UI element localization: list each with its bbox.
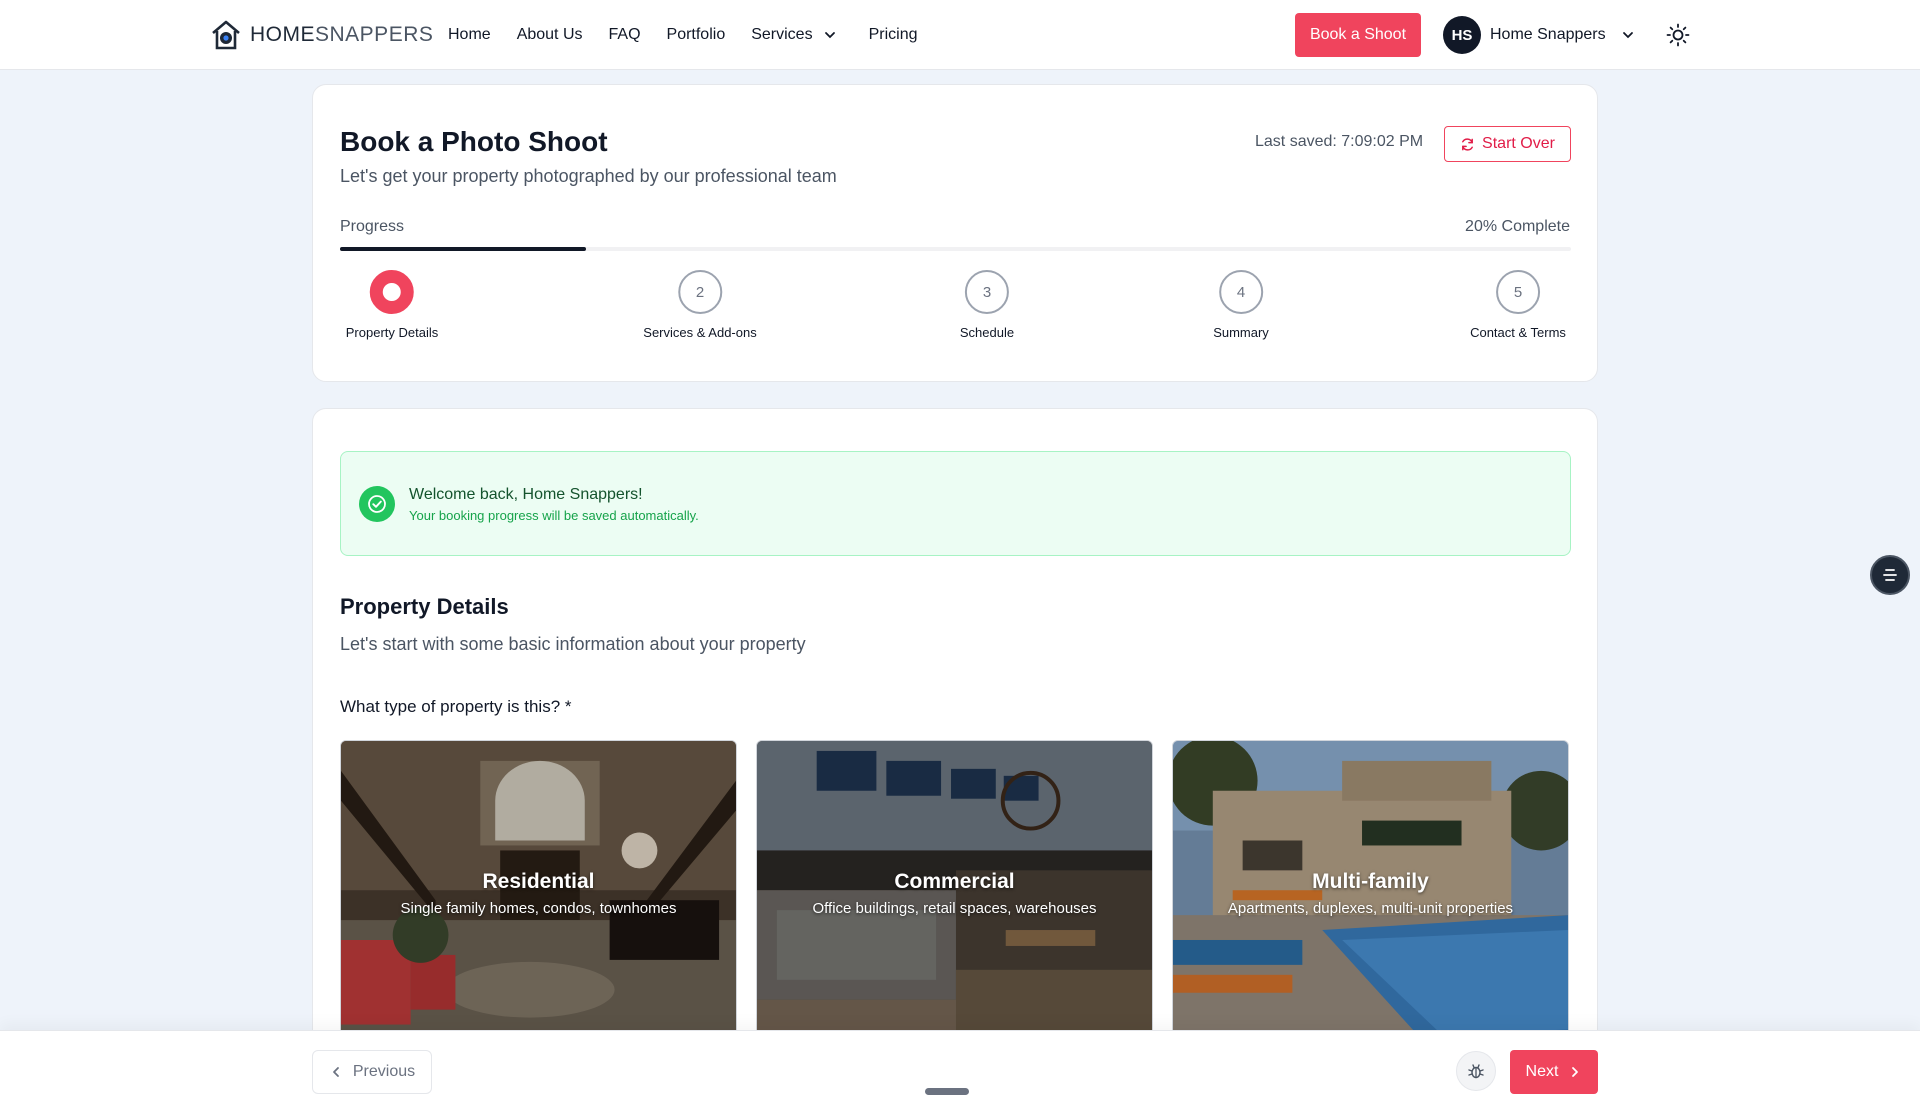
step-label: Contact & Terms — [1470, 325, 1566, 340]
progress-bar-fill — [340, 247, 587, 251]
step-contact-terms[interactable]: 5 Contact & Terms — [1470, 270, 1566, 340]
section-subtitle: Let's start with some basic information … — [340, 634, 806, 654]
property-type-title: Multi-family — [1312, 870, 1429, 893]
user-menu[interactable]: HS Home Snappers — [1443, 16, 1635, 54]
nav-link-portfolio[interactable]: Portfolio — [667, 26, 726, 44]
nav-link-services[interactable]: Services — [751, 26, 836, 44]
progress-label: Progress — [340, 218, 405, 235]
property-type-title: Commercial — [894, 870, 1015, 893]
page-subtitle: Let's get your property photographed by … — [340, 166, 837, 186]
start-over-label: Start Over — [1482, 135, 1555, 152]
property-type-title: Residential — [482, 870, 595, 893]
booking-header-card: Book a Photo Shoot Let's get your proper… — [312, 84, 1598, 382]
step-label: Schedule — [959, 325, 1015, 340]
avatar: HS — [1443, 16, 1481, 54]
sun-icon[interactable] — [1665, 22, 1691, 48]
step-services-addons[interactable]: 2 Services & Add-ons — [643, 270, 757, 340]
property-type-description: Office buildings, retail spaces, warehou… — [812, 900, 1097, 917]
step-label: Property Details — [345, 325, 439, 340]
brand-logo[interactable]: HOMESNAPPERS — [210, 18, 433, 52]
chevron-right-icon — [1572, 1067, 1579, 1077]
step-number: 4 — [1219, 270, 1263, 314]
property-type-multi-family[interactable]: Multi-family Apartments, duplexes, multi… — [1172, 740, 1569, 1040]
menu-icon — [1883, 569, 1897, 581]
logo-text: HOMESNAPPERS — [250, 23, 433, 47]
book-shoot-button[interactable]: Book a Shoot — [1295, 13, 1421, 57]
welcome-banner: Welcome back, Home Snappers! Your bookin… — [340, 451, 1571, 556]
logo-text-bold: HOME — [250, 23, 315, 46]
top-navbar: HOMESNAPPERS Home About Us FAQ Portfolio… — [0, 0, 1920, 70]
welcome-subtitle: Your booking progress will be saved auto… — [409, 508, 699, 523]
start-over-button[interactable]: Start Over — [1444, 126, 1571, 162]
previous-button[interactable]: Previous — [312, 1050, 432, 1094]
step-schedule[interactable]: 3 Schedule — [960, 270, 1014, 340]
nav-link-home[interactable]: Home — [448, 26, 491, 44]
property-type-description: Single family homes, condos, townhomes — [400, 900, 677, 917]
step-label: Summary — [1213, 325, 1269, 340]
user-name: Home Snappers — [1490, 26, 1606, 43]
step-number: 2 — [677, 270, 722, 314]
property-type-question: What type of property is this? * — [340, 697, 572, 716]
page-title: Book a Photo Shoot — [340, 126, 608, 157]
logo-text-light: SNAPPERS — [315, 23, 434, 46]
nav-link-about[interactable]: About Us — [517, 26, 583, 44]
step-summary[interactable]: 4 Summary — [1213, 270, 1269, 340]
nav-services-label: Services — [751, 26, 813, 43]
step-property-details[interactable]: Property Details — [346, 270, 438, 340]
progress-percent: 20% Complete — [1465, 218, 1570, 235]
chevron-down-icon — [1622, 32, 1633, 39]
main-nav: Home About Us FAQ Portfolio Services Pri… — [448, 0, 917, 70]
logo-icon — [212, 20, 240, 50]
welcome-title: Welcome back, Home Snappers! — [409, 486, 643, 503]
step-label: Services & Add-ons — [643, 325, 757, 340]
chevron-left-icon — [332, 1067, 339, 1077]
floating-menu-button[interactable] — [1870, 555, 1910, 595]
bug-icon — [1468, 1064, 1484, 1079]
chevron-down-icon — [824, 32, 835, 39]
property-type-description: Apartments, duplexes, multi-unit propert… — [1227, 900, 1514, 917]
step-number: 5 — [1495, 270, 1540, 314]
bug-report-button[interactable] — [1456, 1051, 1496, 1091]
next-button[interactable]: Next — [1510, 1050, 1598, 1094]
check-circle-icon — [359, 486, 395, 522]
step-active-dot — [382, 283, 401, 301]
nav-link-faq[interactable]: FAQ — [609, 26, 641, 44]
last-saved-text: Last saved: 7:09:02 PM — [1255, 133, 1424, 150]
property-type-residential[interactable]: Residential Single family homes, condos,… — [340, 740, 737, 1040]
wizard-footer: Previous Next — [0, 1030, 1920, 1109]
step-number: 3 — [965, 270, 1009, 314]
drag-handle[interactable] — [925, 1088, 969, 1095]
section-title: Property Details — [340, 594, 509, 619]
property-details-card: Welcome back, Home Snappers! Your bookin… — [312, 408, 1598, 1109]
progress-bar — [340, 247, 1571, 251]
step-indicator-active — [369, 270, 414, 314]
previous-label: Previous — [352, 1063, 416, 1080]
refresh-icon — [1462, 137, 1473, 151]
next-label: Next — [1525, 1063, 1559, 1080]
property-type-commercial[interactable]: Commercial Office buildings, retail spac… — [756, 740, 1153, 1040]
nav-link-pricing[interactable]: Pricing — [869, 26, 918, 44]
